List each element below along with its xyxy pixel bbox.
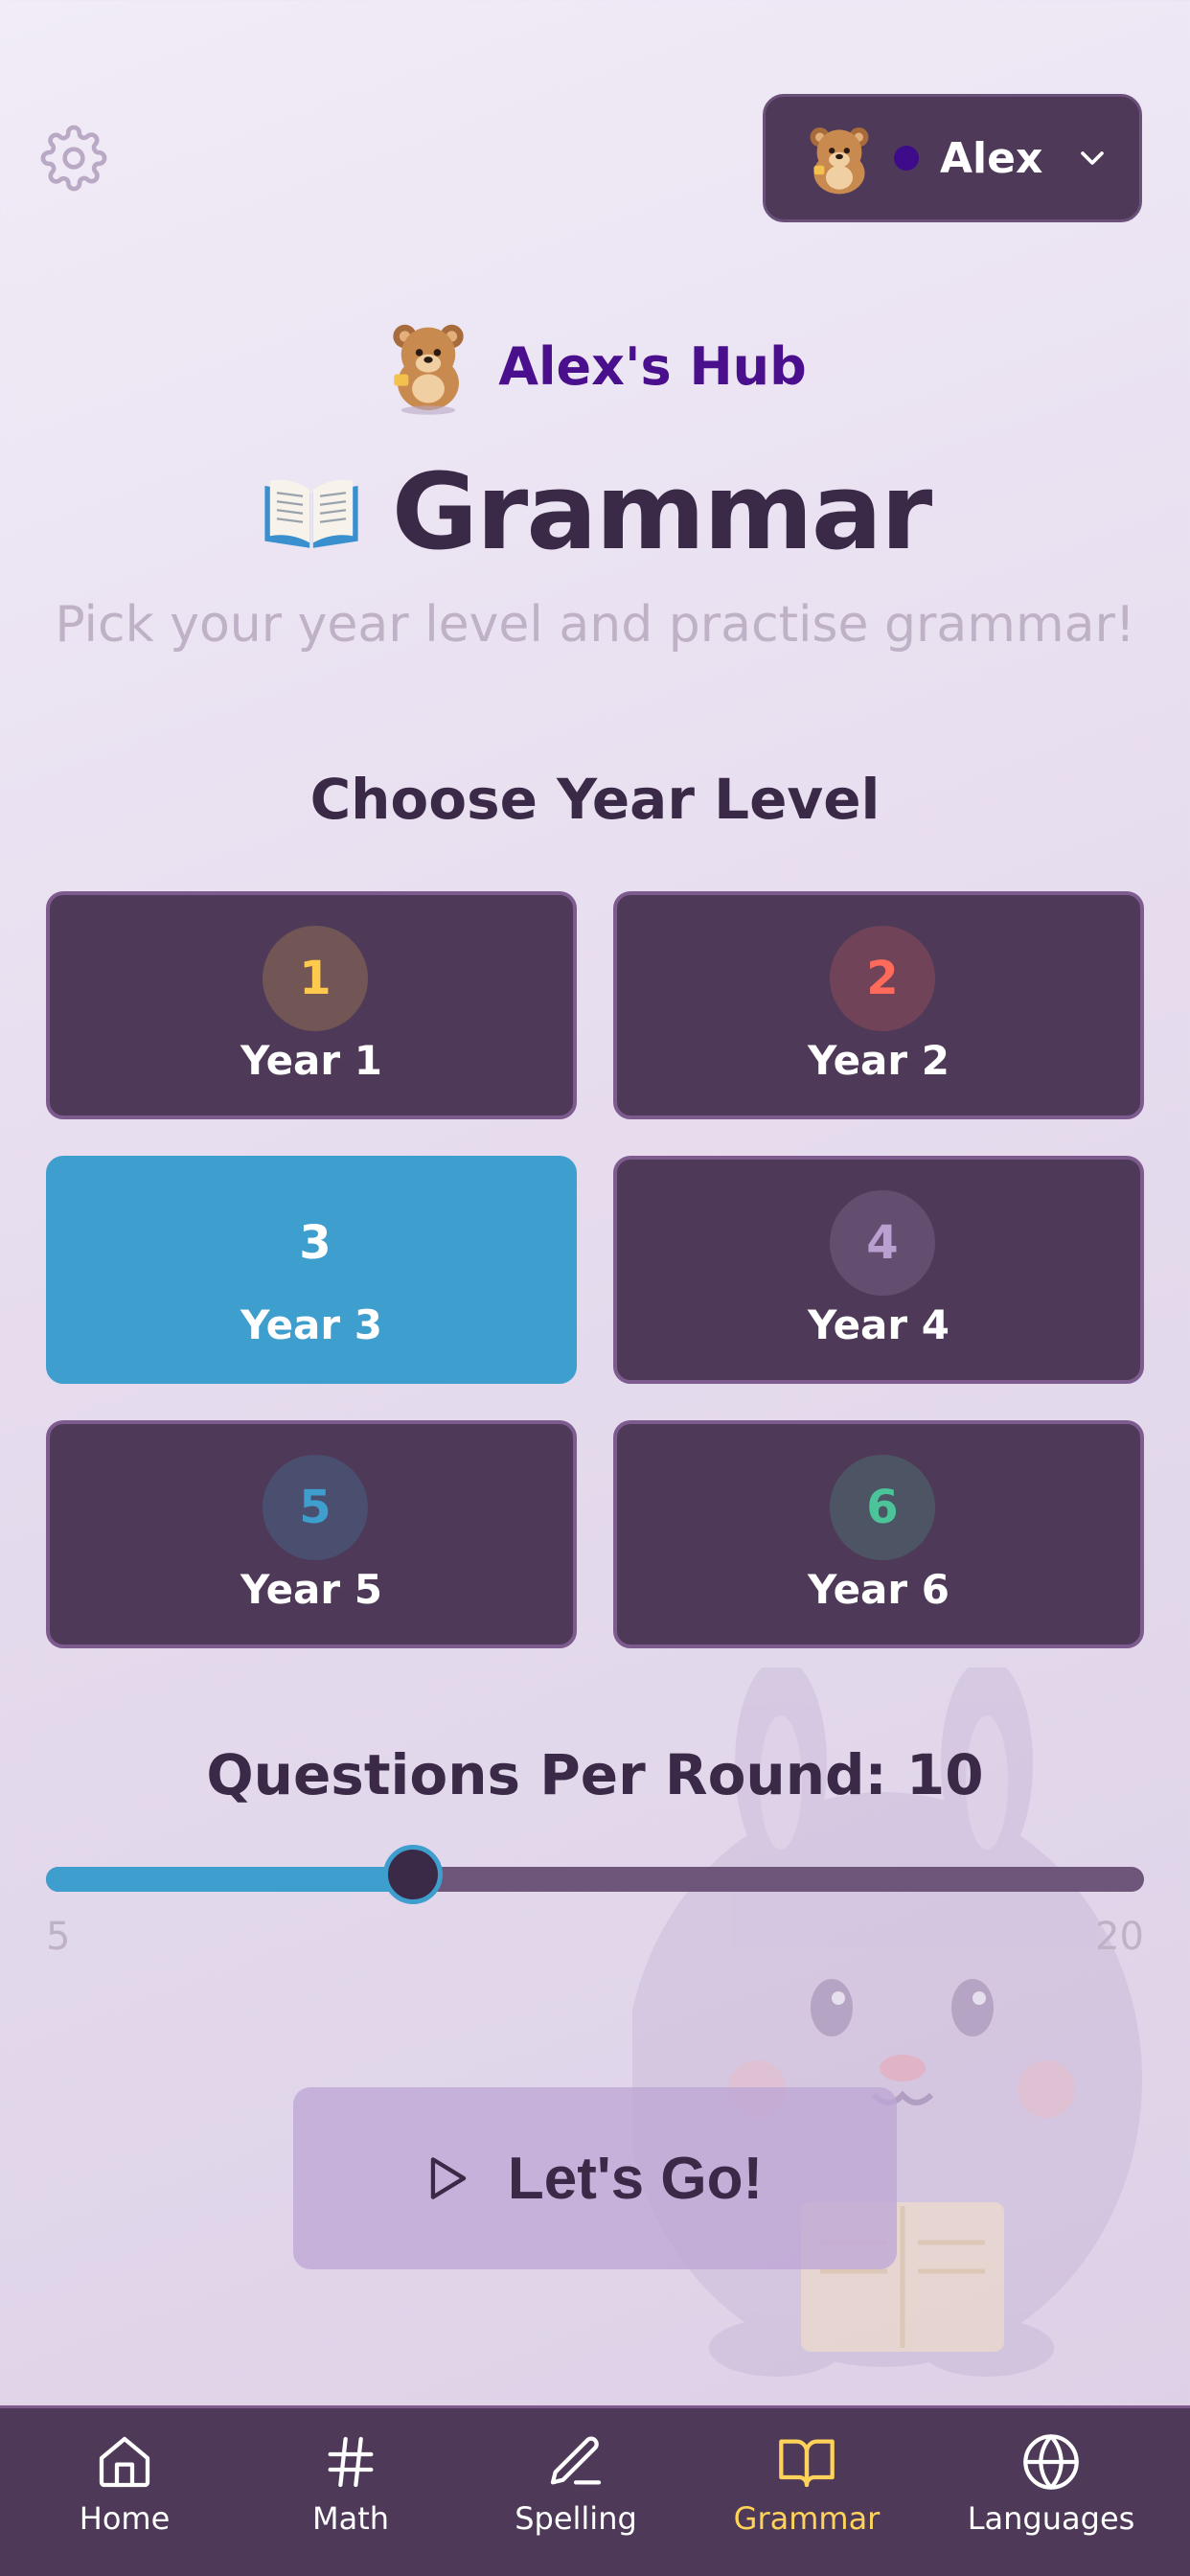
user-selector[interactable]: Alex — [763, 94, 1142, 222]
book-icon — [779, 2439, 835, 2488]
year-3-badge: 3 — [299, 1216, 332, 1270]
bear-icon — [393, 324, 464, 415]
year-6-badge: 6 — [830, 1455, 935, 1560]
user-status-dot — [894, 146, 919, 171]
globe-icon — [1023, 2434, 1079, 2490]
nav-item-spelling[interactable]: Spelling — [499, 2408, 652, 2576]
year-1-label: Year 1 — [240, 1037, 382, 1084]
play-icon — [430, 2157, 467, 2199]
year-2-badge: 2 — [830, 926, 935, 1031]
year-1-card[interactable]: 1 Year 1 — [46, 891, 577, 1119]
year-6-card[interactable]: 6 Year 6 — [613, 1420, 1144, 1648]
nav-item-languages[interactable]: Languages — [968, 2408, 1134, 2576]
year-4-label: Year 4 — [808, 1301, 950, 1348]
bottom-nav: Home Math Spelling Grammar Languages — [0, 2405, 1190, 2576]
year-6-label: Year 6 — [808, 1566, 950, 1613]
nav-label-languages: Languages — [967, 2500, 1135, 2537]
nav-item-home[interactable]: Home — [56, 2408, 194, 2576]
page-title-row: Grammar — [0, 450, 1190, 573]
slider-max-label: 20 — [1095, 1915, 1144, 1959]
slider-fill — [46, 1867, 412, 1892]
lets-go-label: Let's Go! — [507, 2145, 764, 2212]
questions-slider[interactable] — [46, 1845, 1144, 1904]
page-title: Grammar — [391, 450, 932, 573]
slider-min-label: 5 — [46, 1915, 71, 1959]
year-2-card[interactable]: 2 Year 2 — [613, 891, 1144, 1119]
year-section-title: Choose Year Level — [309, 767, 881, 832]
nav-label-spelling: Spelling — [515, 2500, 637, 2537]
user-name: Alex — [940, 133, 1043, 183]
year-4-card[interactable]: 4 Year 4 — [613, 1156, 1144, 1384]
year-3-label: Year 3 — [240, 1301, 382, 1348]
chevron-down-icon — [1081, 151, 1105, 165]
year-5-label: Year 5 — [240, 1566, 382, 1613]
nav-label-home: Home — [79, 2500, 171, 2537]
hash-icon — [328, 2436, 374, 2488]
nav-item-math[interactable]: Math — [282, 2408, 420, 2576]
nav-label-math: Math — [311, 2500, 390, 2537]
pencil-icon — [550, 2436, 602, 2485]
questions-per-round-title: Questions Per Round: 10 — [206, 1742, 984, 1807]
year-1-badge: 1 — [263, 926, 368, 1031]
page-subtitle: Pick your year level and practise gramma… — [55, 596, 1135, 654]
lets-go-button[interactable]: Let's Go! — [293, 2087, 897, 2269]
slider-thumb[interactable] — [383, 1845, 443, 1904]
nav-item-grammar[interactable]: Grammar — [724, 2408, 889, 2576]
home-icon — [99, 2436, 150, 2488]
nav-label-grammar: Grammar — [733, 2500, 881, 2537]
hub-title: Alex's Hub — [498, 335, 807, 397]
year-3-card[interactable]: 3 Year 3 — [46, 1156, 577, 1384]
year-5-card[interactable]: 5 Year 5 — [46, 1420, 577, 1648]
hub-heading: Alex's Hub — [0, 316, 1190, 416]
open-book-emoji — [264, 479, 358, 548]
year-4-badge: 4 — [830, 1190, 935, 1296]
year-2-label: Year 2 — [808, 1037, 950, 1084]
year-5-badge: 5 — [263, 1455, 368, 1560]
bear-avatar — [810, 127, 869, 195]
gear-icon[interactable] — [40, 125, 107, 192]
